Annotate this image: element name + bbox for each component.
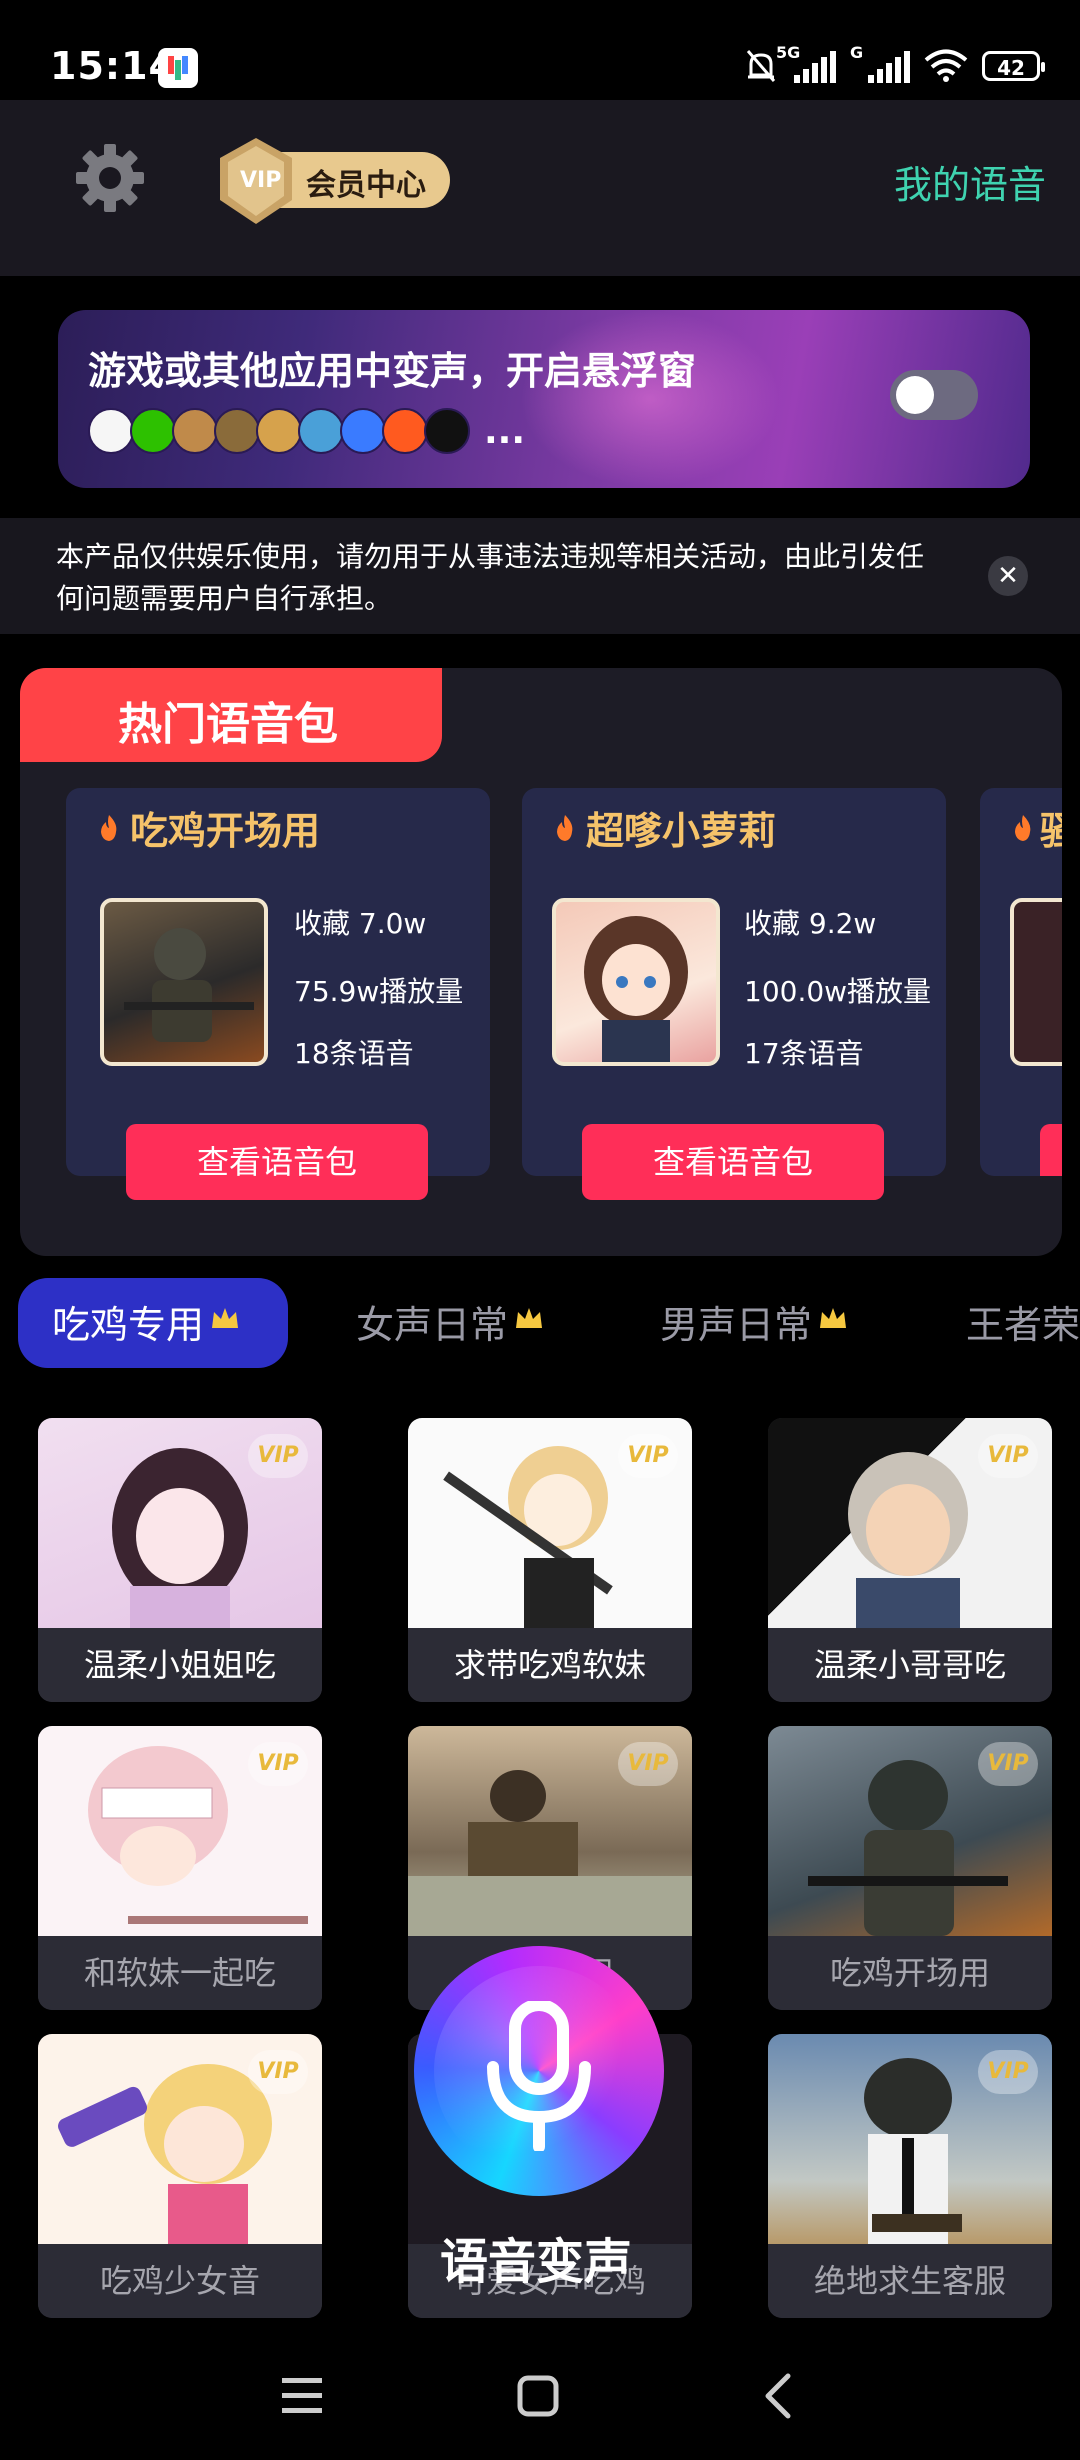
vip-shield-text: VIP [240, 168, 282, 193]
my-voice-link[interactable]: 我的语音 [894, 154, 1046, 209]
hot-voice-packs-title: 热门语音包 [118, 699, 338, 750]
wechat-icon [130, 408, 176, 454]
fire-icon [101, 815, 117, 841]
voice-card-label: 温柔小哥哥吃 [768, 1628, 1052, 1702]
crown-icon [820, 1308, 847, 1328]
voice-pack-cover [1010, 898, 1062, 1066]
toggle-knob [896, 376, 934, 414]
voice-pack-cover [552, 898, 720, 1066]
voice-card-label: 吃鸡少女音 [38, 2244, 322, 2318]
tab-label: 女声日常 [356, 1303, 509, 1347]
home-icon[interactable] [516, 2374, 560, 2418]
game-icon [256, 408, 302, 454]
vip-badge: VIP [978, 1434, 1038, 1478]
voice-pack-count: 18条语音 [294, 1037, 414, 1070]
voice-pack-title: 骚 [1040, 809, 1062, 853]
voice-pack-title: 吃鸡开场用 [130, 809, 321, 853]
chat-app-icon [340, 408, 386, 454]
signal-g-icon: G [850, 43, 910, 83]
vip-badge: VIP [618, 1742, 678, 1786]
more-apps-ellipsis: ... [484, 410, 526, 452]
supported-apps-row: ... [88, 408, 525, 454]
disclaimer-text: 本产品仅供娱乐使用，请勿用于从事违法违规等相关活动，由此引发任何问题需要用户自行… [56, 540, 925, 615]
voice-pack-card-partial[interactable]: 骚 [980, 788, 1062, 1176]
notification-app-icon [158, 48, 198, 88]
game-icon [214, 408, 260, 454]
tiktok-icon [424, 408, 470, 454]
voice-pack-favorites: 收藏 9.2w [744, 907, 877, 940]
crown-icon [212, 1308, 239, 1328]
voice-pack-plays: 100.0w播放量 [744, 975, 932, 1008]
vip-badge: VIP [978, 2050, 1038, 2094]
tab-female-daily[interactable]: 女声日常 [356, 1280, 544, 1370]
tab-label: 男声日常 [660, 1303, 813, 1347]
tab-male-daily[interactable]: 男声日常 [660, 1280, 848, 1370]
game-icon [298, 408, 344, 454]
battery-icon: 42 [982, 51, 1045, 81]
kuaishou-icon [382, 408, 428, 454]
voice-change-label: 语音变声 [440, 2234, 633, 2290]
back-icon[interactable] [760, 2372, 796, 2420]
float-window-title: 游戏或其他应用中变声，开启悬浮窗 [88, 349, 697, 393]
voice-pack-card[interactable]: 超嗲小萝莉 收藏 9.2w 100.0w播放量 17条语音 查看语音包 [522, 788, 946, 1200]
mute-bell-icon [746, 50, 776, 82]
banner-glow [520, 310, 780, 488]
voice-card-label: 温柔小姐姐吃 [38, 1628, 322, 1702]
view-voice-pack-button[interactable]: 查看语音包 [126, 1124, 428, 1200]
voice-pack-title: 超嗲小萝莉 [586, 809, 777, 853]
fire-icon [1015, 815, 1031, 841]
status-icons: 5G G 42 [742, 43, 1045, 86]
voice-card-label: 吃鸡开场用 [768, 1936, 1052, 2010]
voice-pack-cover [100, 898, 268, 1066]
vip-badge: VIP [248, 1742, 308, 1786]
voice-card[interactable]: VIP 求带吃鸡软妹 [408, 1418, 692, 1702]
voice-card-label: 求带吃鸡软妹 [408, 1628, 692, 1702]
voice-card-label: 绝地求生客服 [768, 2244, 1052, 2318]
tab-king-glory[interactable]: 王者荣 [966, 1280, 1080, 1370]
vip-badge: VIP [618, 1434, 678, 1478]
qq-icon [88, 408, 134, 454]
voice-card[interactable]: VIP 绝地求生客服 [768, 2034, 1052, 2318]
menu-icon[interactable] [280, 2376, 324, 2416]
fire-icon [557, 815, 573, 841]
vip-center-label: 会员中心 [306, 168, 426, 203]
voice-pack-count: 17条语音 [744, 1037, 864, 1070]
crown-icon [516, 1308, 543, 1328]
voice-card[interactable]: VIP 温柔小姐姐吃 [38, 1418, 322, 1702]
tab-label: 吃鸡专用 [52, 1303, 205, 1347]
microphone-icon [487, 2001, 591, 2151]
voice-card[interactable]: VIP 温柔小哥哥吃 [768, 1418, 1052, 1702]
vip-badge: VIP [248, 2050, 308, 2094]
game-icon [172, 408, 218, 454]
gear-icon[interactable] [70, 138, 150, 218]
voice-pack-plays: 75.9w播放量 [294, 975, 464, 1008]
vip-badge: VIP [978, 1742, 1038, 1786]
voice-card[interactable]: VIP 吃鸡开场用 [768, 1726, 1052, 2010]
voice-pack-card[interactable]: 吃鸡开场用 收藏 7.0w 75.9w播放量 18条语音 查看语音包 [66, 788, 490, 1200]
tab-chiji[interactable]: 吃鸡专用 [52, 1280, 240, 1370]
close-icon[interactable]: ✕ [988, 556, 1028, 596]
wifi-icon [924, 49, 968, 82]
voice-card-label: 和软妹一起吃 [38, 1936, 322, 2010]
voice-pack-favorites: 收藏 7.0w [294, 907, 427, 940]
view-voice-pack-button[interactable]: 查看语音包 [582, 1124, 884, 1200]
voice-card[interactable]: VIP 吃鸡少女音 [38, 2034, 322, 2318]
signal-5g-icon: 5G [776, 43, 836, 83]
voice-card[interactable]: VIP 和软妹一起吃 [38, 1726, 322, 2010]
vip-badge: VIP [248, 1434, 308, 1478]
tab-label: 王者荣 [966, 1303, 1080, 1347]
view-voice-pack-button[interactable] [1040, 1124, 1062, 1176]
